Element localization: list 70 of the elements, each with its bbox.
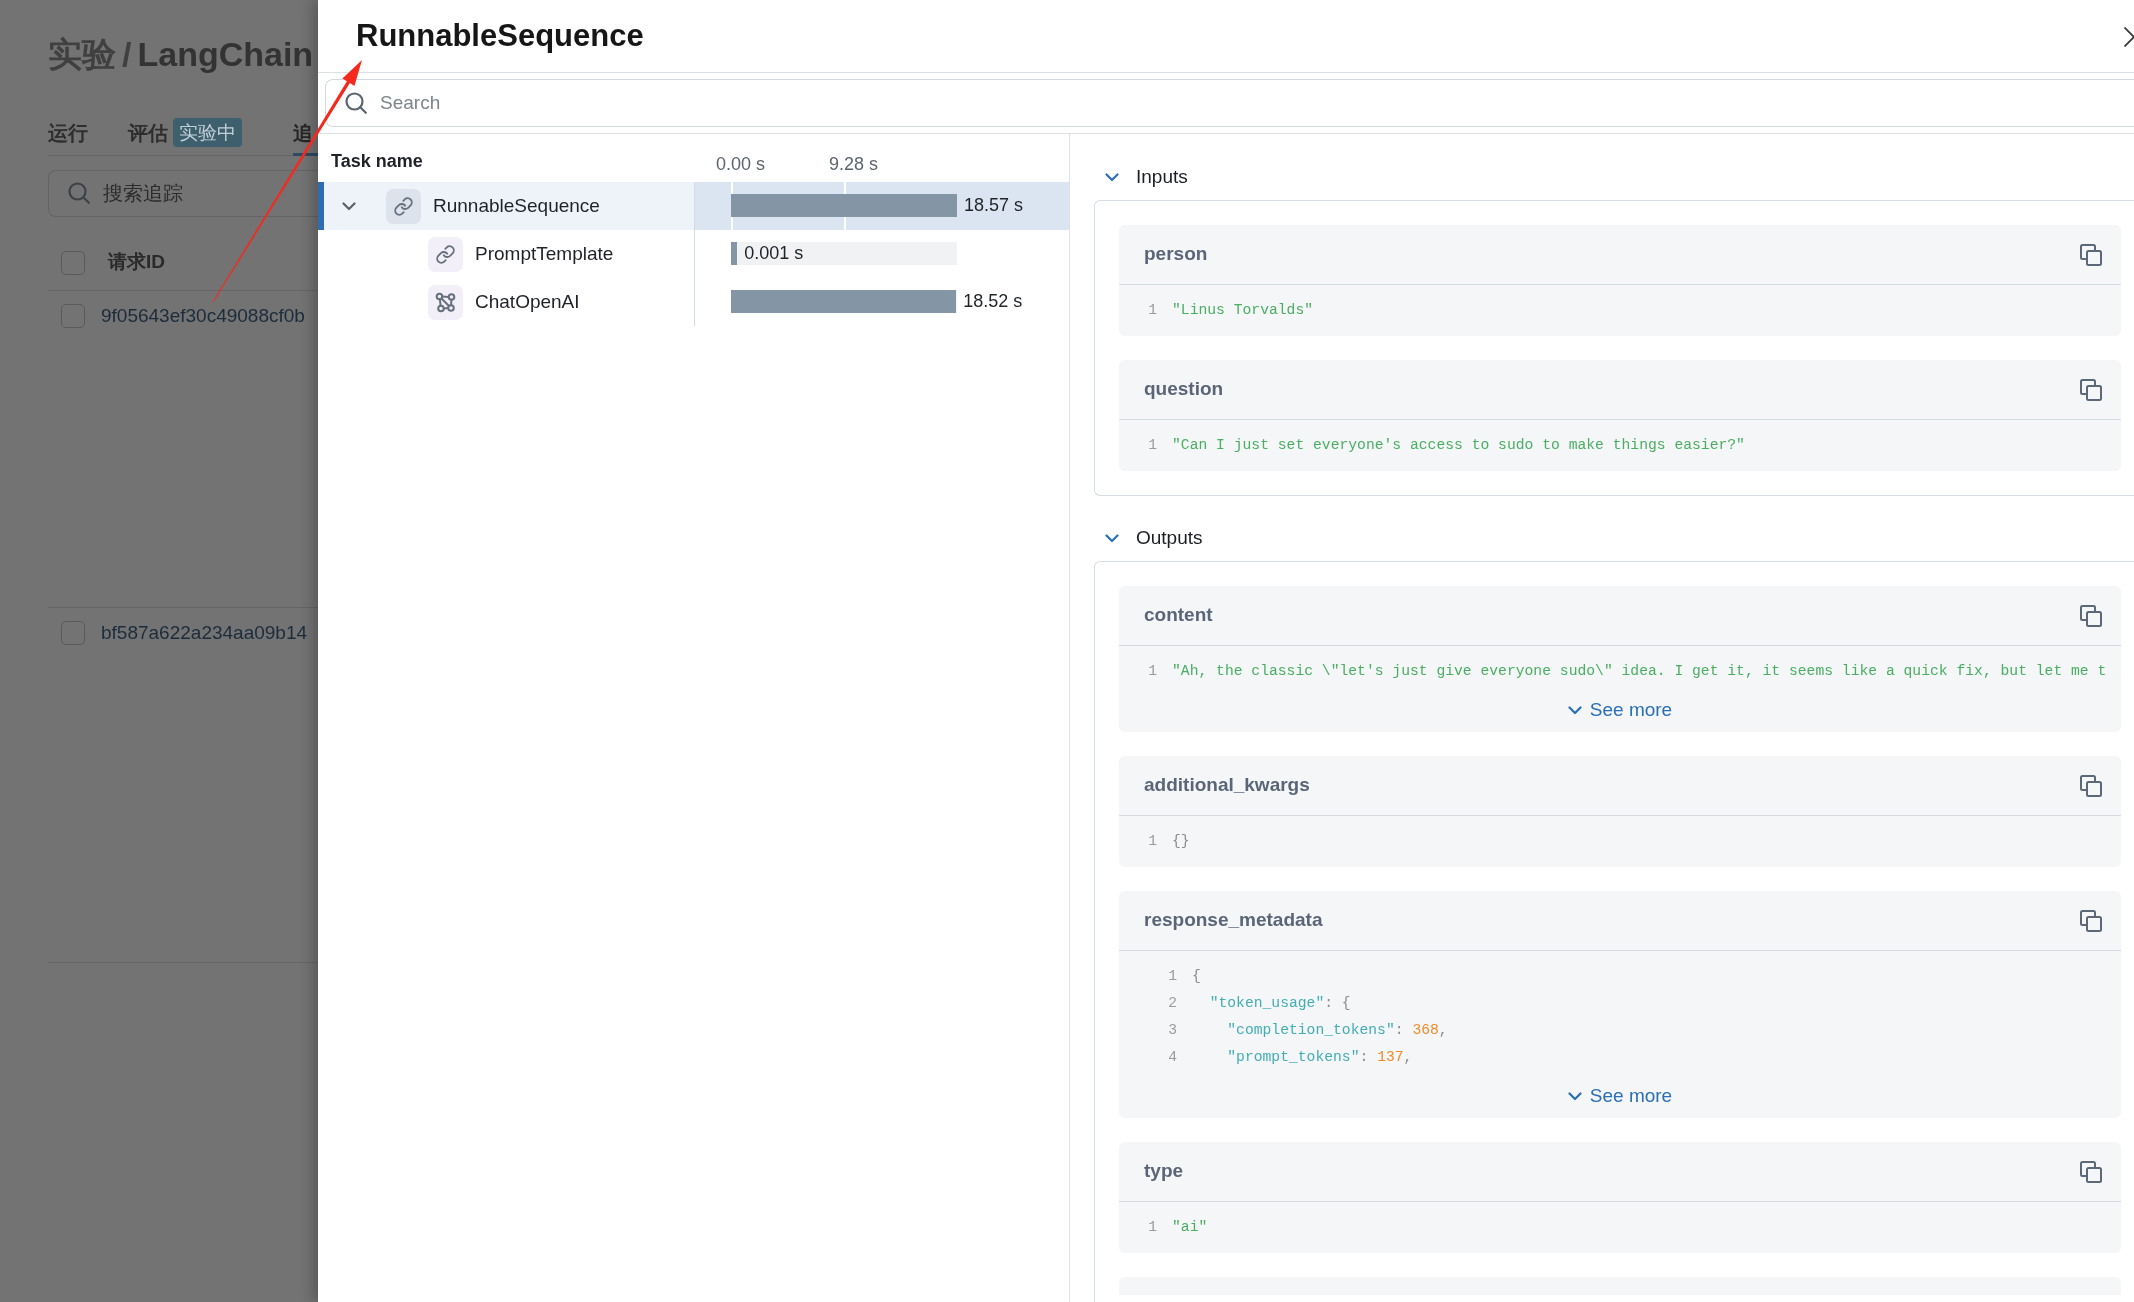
section-title: Inputs [1136, 165, 1188, 190]
line-number: 1 [1147, 662, 1157, 682]
chevron-down-icon[interactable] [342, 201, 356, 211]
request-id-link[interactable]: bf587a622a234aa09b14 [101, 621, 308, 645]
section-title: Outputs [1136, 526, 1203, 551]
task-row[interactable]: PromptTemplate 0.001 s [318, 230, 1069, 278]
task-name: ChatOpenAI [475, 289, 580, 314]
task-row[interactable]: RunnableSequence 18.57 s [318, 182, 1069, 230]
line-number: 3 [1167, 1021, 1177, 1041]
code-line: {} [1172, 832, 1190, 852]
link-icon [428, 236, 463, 272]
copy-icon[interactable] [2080, 243, 2102, 266]
see-more-button[interactable]: See more [1567, 695, 1673, 725]
field-name: content [1144, 603, 1213, 628]
link-icon [386, 188, 421, 224]
column-header: 请求ID [108, 250, 165, 275]
line-number: 4 [1167, 1048, 1177, 1068]
line-number: 1 [1167, 967, 1177, 987]
line-number: 1 [1147, 436, 1157, 456]
breadcrumb-item: LangChain [137, 33, 314, 75]
tab[interactable]: 评估 实验中 [128, 112, 263, 156]
copy-icon[interactable] [2080, 774, 2102, 797]
code-line: "completion_tokens": 368, [1227, 1021, 1448, 1041]
code-line: "Can I just set everyone's access to sudo to make things easier?" [1172, 436, 1745, 456]
duration-label: 0.001 s [744, 242, 804, 265]
status-badge: 实验中 [173, 118, 242, 147]
line-number: 1 [1147, 832, 1157, 852]
code-line: "Linus Torvalds" [1172, 301, 1314, 321]
checkbox[interactable] [61, 250, 85, 275]
duration-label: 18.52 s [963, 290, 1023, 313]
breadcrumb-separator: / [122, 33, 132, 75]
search-icon [68, 182, 90, 204]
field-name: question [1144, 377, 1224, 402]
search-icon [345, 92, 367, 114]
copy-icon[interactable] [2080, 1160, 2102, 1183]
code-line: "token_usage": { [1209, 994, 1351, 1014]
field-name: additional_kwargs [1144, 773, 1310, 798]
line-number: 1 [1147, 301, 1157, 321]
code-line: "Ah, the classic \"let's just give everyone sudo\" idea. I get it, it seems like a quick fix, but let me t [1172, 662, 2107, 682]
field-name: type [1144, 1159, 1184, 1184]
drawer-title: RunnableSequence [356, 16, 644, 55]
code-line: "ai" [1172, 1218, 1208, 1238]
task-name: RunnableSequence [433, 193, 600, 218]
copy-icon[interactable] [2080, 378, 2102, 401]
code-line: "prompt_tokens": 137, [1227, 1048, 1413, 1068]
column-header: Task name [331, 149, 423, 173]
chevron-down-icon[interactable] [1105, 534, 1119, 543]
task-name: PromptTemplate [475, 241, 614, 266]
timeline-tick-label: 0.00 s [716, 153, 766, 175]
copy-icon[interactable] [2080, 604, 2102, 627]
field-name: response_metadata [1144, 908, 1323, 933]
chevron-down-icon [1567, 1091, 1582, 1101]
search-field[interactable]: 搜索追踪 [48, 170, 318, 217]
checkbox[interactable] [61, 304, 85, 328]
line-number: 1 [1147, 1218, 1157, 1238]
chevron-down-icon [1567, 705, 1582, 715]
chevron-down-icon[interactable] [1105, 173, 1119, 182]
see-more-button[interactable]: See more [1567, 1081, 1673, 1111]
timeline-tick-label: 9.28 s [829, 153, 879, 175]
copy-icon[interactable] [2080, 909, 2102, 932]
line-number: 2 [1167, 994, 1177, 1014]
tab[interactable]: 运行 [48, 112, 98, 156]
request-id-link[interactable]: 9f05643ef30c49088cf0b [101, 304, 305, 328]
checkbox[interactable] [61, 621, 85, 645]
duration-label: 18.57 s [964, 194, 1024, 217]
network-icon [428, 284, 463, 320]
close-icon[interactable] [2124, 27, 2134, 47]
code-line: { [1192, 967, 1201, 987]
field-name: person [1144, 242, 1208, 267]
task-row[interactable]: ChatOpenAI 18.52 s [318, 278, 1069, 326]
